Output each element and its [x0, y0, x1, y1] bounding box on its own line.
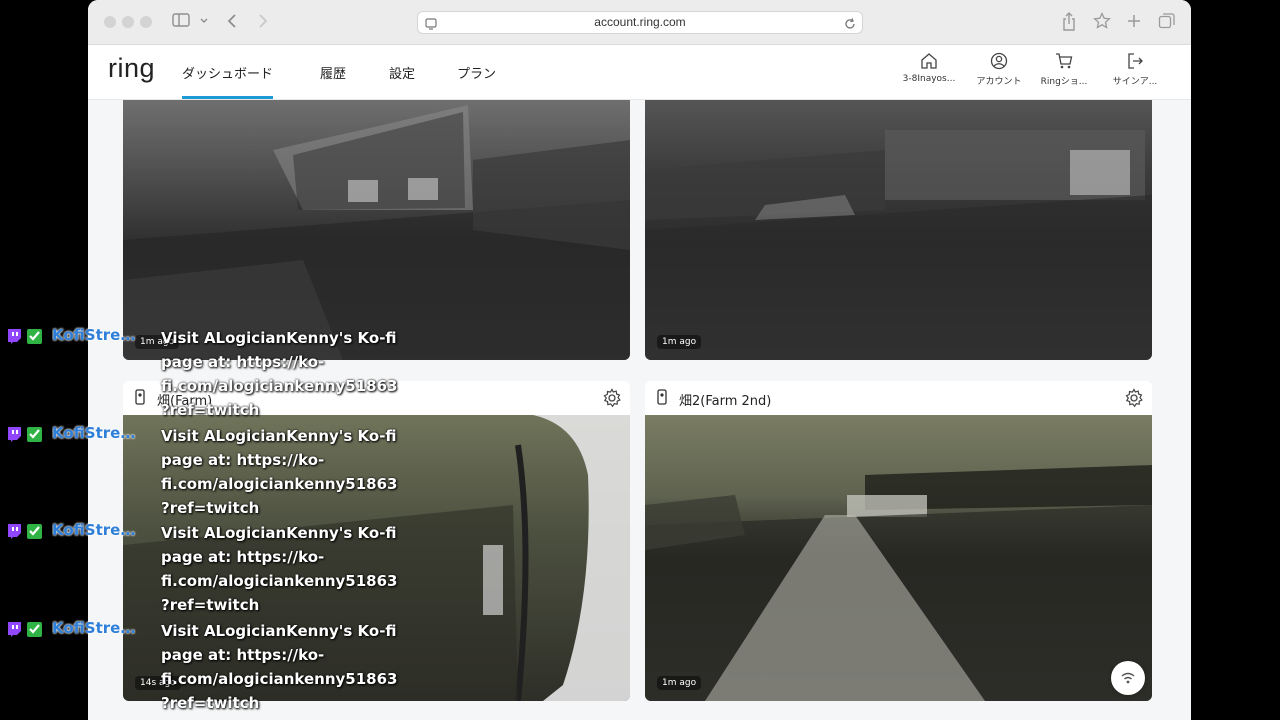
account-menu[interactable]: アカウント	[964, 52, 1034, 87]
ring-shop-menu[interactable]: Ringショ...	[1029, 52, 1099, 87]
chat-username: KofiStrea...	[52, 424, 144, 442]
chat-line: page at: https://ko-	[161, 451, 325, 469]
browser-toolbar: account.ring.com	[88, 0, 1191, 45]
camera-image	[123, 105, 630, 360]
camera-timestamp: 1m ago	[657, 676, 702, 690]
chat-line: page at: https://ko-	[161, 353, 325, 371]
chevron-down-icon[interactable]	[199, 11, 209, 36]
camera-feed[interactable]: 1m ago	[645, 415, 1152, 701]
home-icon	[894, 52, 964, 70]
sign-out-label: サインア...	[1112, 77, 1158, 87]
chat-line: ?ref=twitch	[161, 401, 260, 419]
chat-badges	[6, 621, 46, 641]
ring-shop-label: Ringショ...	[1040, 77, 1088, 87]
chat-badges	[6, 328, 46, 348]
forward-icon[interactable]	[257, 12, 269, 35]
gear-icon[interactable]	[602, 388, 622, 412]
minimize-window-button[interactable]	[122, 16, 134, 28]
chat-message-text: Visit ALogicianKenny's Ko-fi page at: ht…	[161, 326, 401, 422]
chat-message-text: Visit ALogicianKenny's Ko-fi page at: ht…	[161, 424, 401, 520]
bookmark-star-icon[interactable]	[1093, 11, 1111, 35]
tab-overview-icon[interactable]	[1158, 12, 1176, 35]
wifi-icon	[1121, 672, 1135, 684]
reload-icon[interactable]	[843, 16, 857, 35]
connection-status-button[interactable]	[1111, 661, 1145, 695]
account-label: アカウント	[976, 77, 1022, 87]
sign-out-icon	[1100, 52, 1170, 70]
zoom-window-button[interactable]	[140, 16, 152, 28]
app-header: ring ダッシュボード 履歴 設定 プラン 3-8Inayos... アカウン…	[88, 45, 1191, 100]
tab-settings[interactable]: 設定	[389, 63, 415, 82]
gear-icon[interactable]	[1124, 388, 1144, 412]
chat-line: fi.com/alogiciankenny51863	[161, 475, 398, 493]
chat-badges	[6, 426, 46, 446]
back-icon[interactable]	[226, 12, 238, 35]
chat-line: fi.com/alogiciankenny51863	[161, 670, 398, 688]
chat-line: Visit ALogicianKenny's Ko-fi	[161, 427, 397, 445]
chat-line: Visit ALogicianKenny's Ko-fi	[161, 329, 397, 347]
cart-icon	[1029, 52, 1099, 70]
tab-dashboard[interactable]: ダッシュボード	[182, 63, 274, 99]
chat-line: page at: https://ko-	[161, 548, 325, 566]
tab-history[interactable]: 履歴	[320, 63, 346, 82]
chat-message-text: Visit ALogicianKenny's Ko-fi page at: ht…	[161, 521, 401, 617]
camera-image	[645, 465, 1152, 701]
chat-username: KofiStrea...	[52, 619, 144, 637]
close-window-button[interactable]	[104, 16, 116, 28]
camera-image	[645, 130, 1152, 360]
chat-line: fi.com/alogiciankenny51863	[161, 377, 398, 395]
address-bar[interactable]: account.ring.com	[417, 11, 863, 34]
share-icon[interactable]	[1061, 12, 1077, 37]
location-menu[interactable]: 3-8Inayos...	[894, 52, 964, 84]
camera-timestamp: 1m ago	[657, 335, 702, 349]
chat-line: ?ref=twitch	[161, 596, 260, 614]
camera-feed[interactable]: 1m ago	[123, 100, 630, 360]
camera-name: 畑2(Farm 2nd)	[679, 394, 772, 409]
chat-message: KofiStrea... Visit ALogicianKenny's Ko-f…	[6, 619, 406, 715]
camera-device-icon	[657, 389, 667, 411]
chat-line: ?ref=twitch	[161, 499, 260, 517]
sign-out-menu[interactable]: サインア...	[1100, 52, 1170, 87]
url-text: account.ring.com	[594, 15, 686, 29]
new-tab-icon[interactable]	[1126, 13, 1142, 34]
location-label: 3-8Inayos...	[902, 74, 956, 84]
chat-message: KofiStrea... Visit ALogicianKenny's Ko-f…	[6, 326, 406, 422]
tab-plans[interactable]: プラン	[457, 63, 496, 82]
sidebar-toggle-icon[interactable]	[172, 12, 190, 32]
chat-message: KofiStrea... Visit ALogicianKenny's Ko-f…	[6, 424, 406, 520]
chat-line: ?ref=twitch	[161, 694, 260, 712]
chat-username: KofiStrea...	[52, 326, 144, 344]
chat-username: KofiStrea...	[52, 521, 144, 539]
chat-message: KofiStrea... Visit ALogicianKenny's Ko-f…	[6, 521, 406, 617]
chat-message-text: Visit ALogicianKenny's Ko-fi page at: ht…	[161, 619, 401, 715]
camera-feed[interactable]: 1m ago	[645, 100, 1152, 360]
chat-line: Visit ALogicianKenny's Ko-fi	[161, 622, 397, 640]
account-icon	[964, 52, 1034, 70]
camera-header: 畑2(Farm 2nd)	[645, 381, 1152, 415]
chat-line: Visit ALogicianKenny's Ko-fi	[161, 524, 397, 542]
chat-line: page at: https://ko-	[161, 646, 325, 664]
ring-logo[interactable]: ring	[108, 53, 155, 84]
chat-line: fi.com/alogiciankenny51863	[161, 572, 398, 590]
chat-badges	[6, 523, 46, 543]
